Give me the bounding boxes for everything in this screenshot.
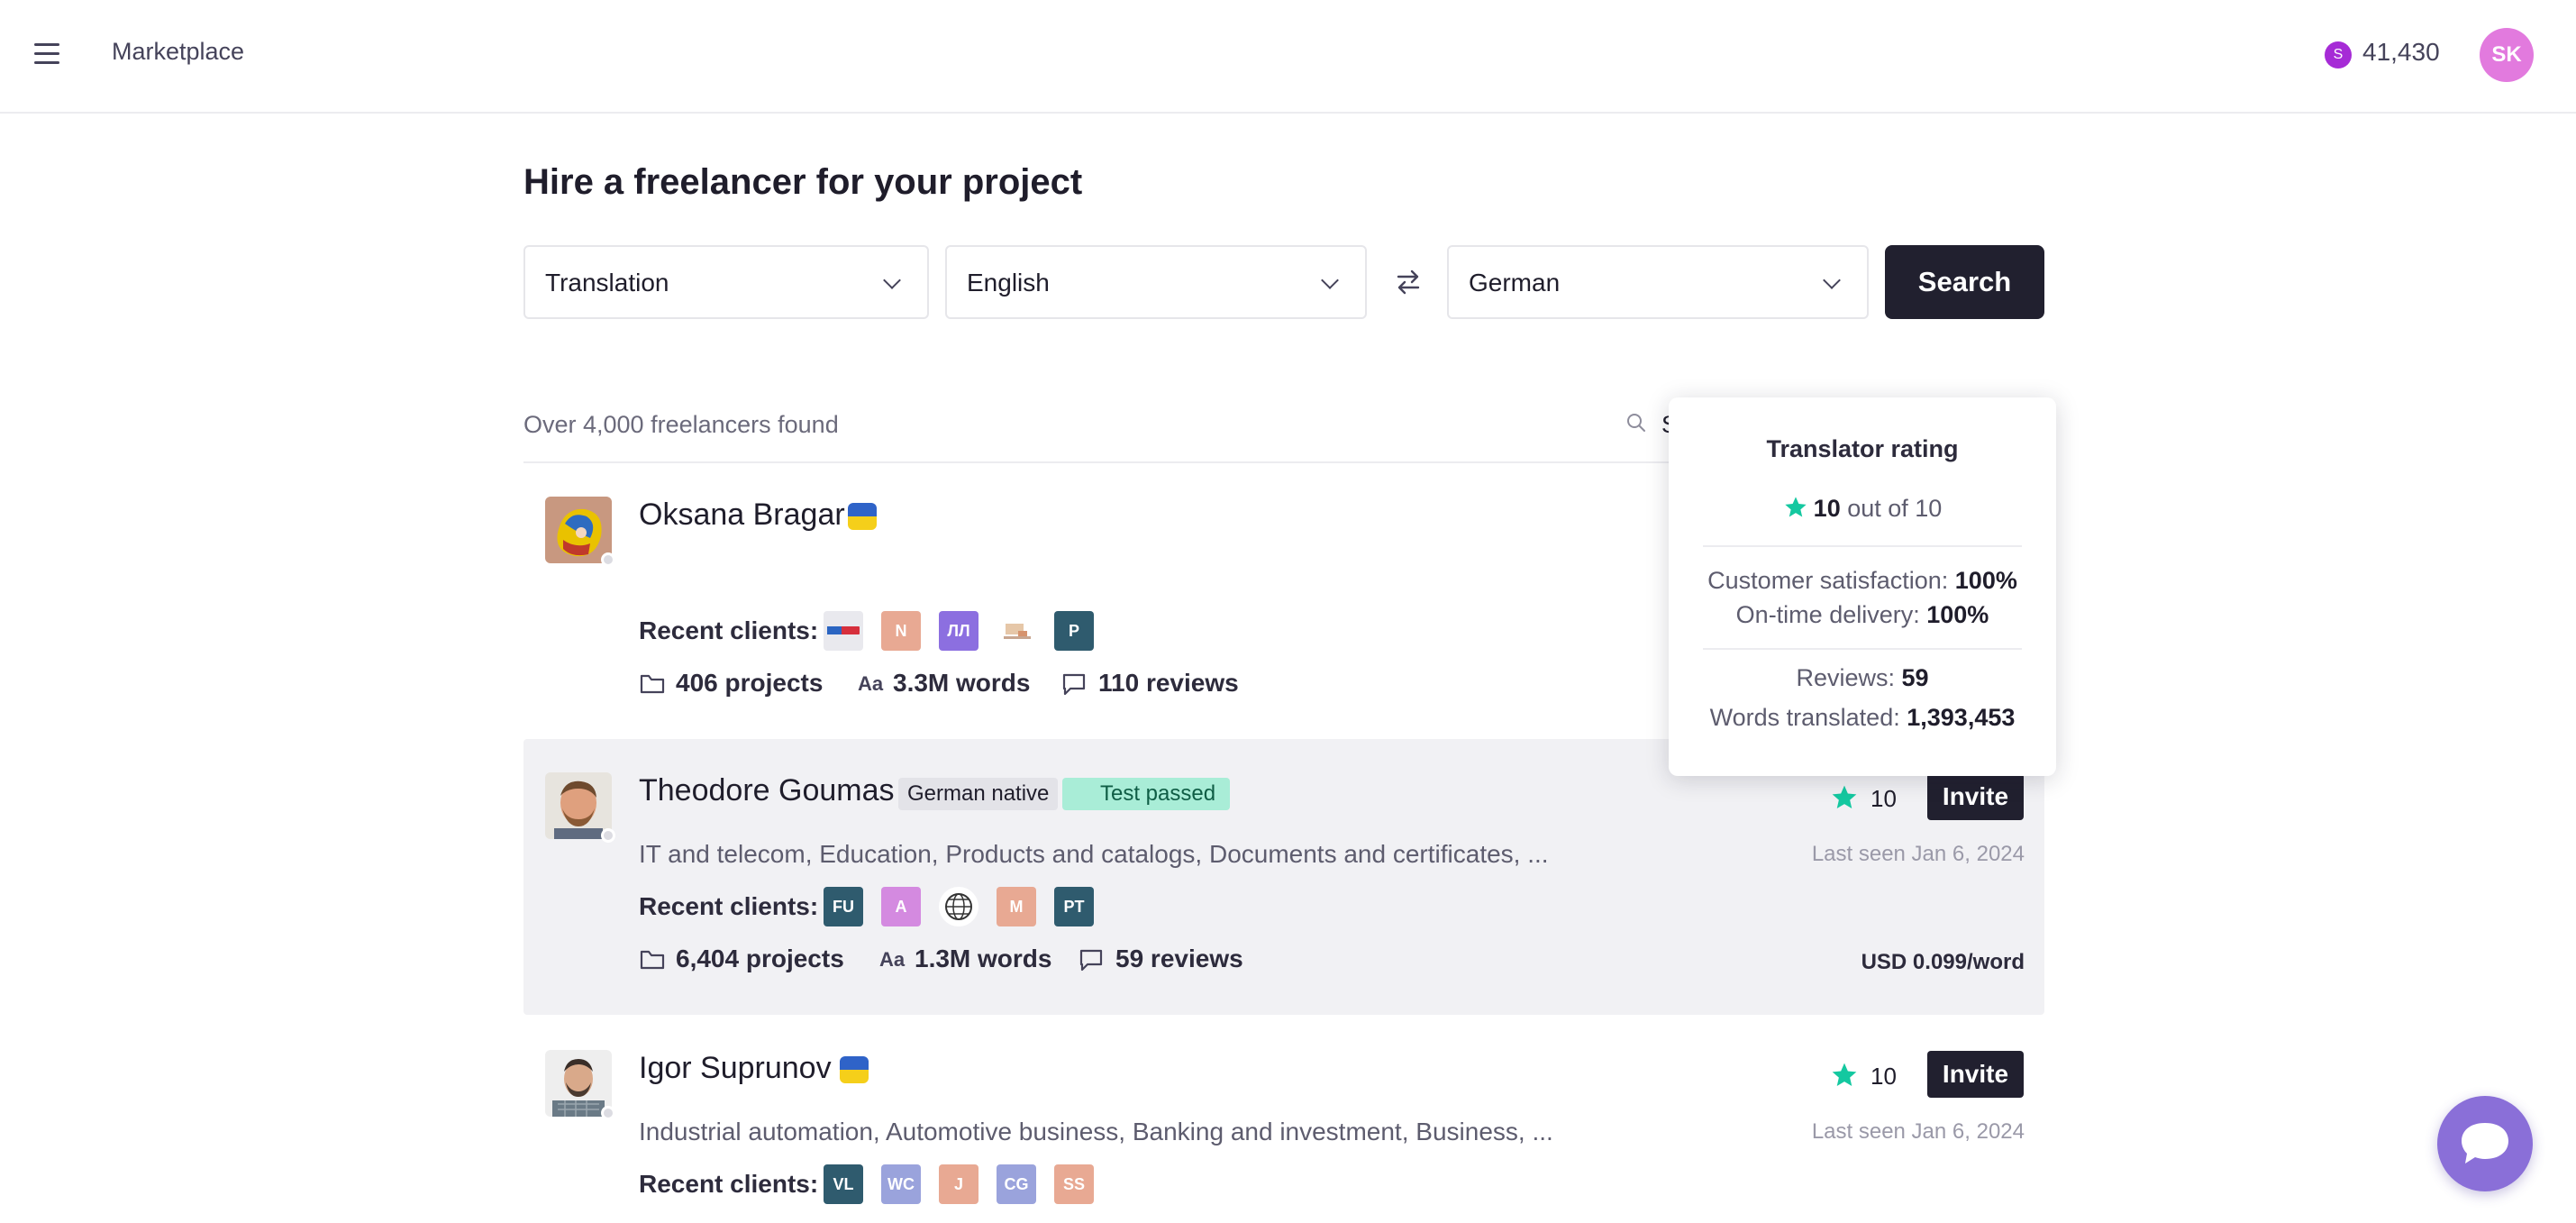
top-bar: Marketplace S 41,430 SK	[0, 0, 2576, 114]
ontime-label: On-time delivery:	[1735, 601, 1920, 628]
projects-count: 406 projects	[676, 669, 824, 697]
coin-icon: S	[2325, 41, 2352, 68]
search-button[interactable]: Search	[1885, 245, 2044, 319]
rating-value[interactable]: 10	[1871, 785, 1897, 813]
words-count: 3.3M words	[893, 669, 1031, 697]
folder-icon	[640, 950, 665, 970]
recent-clients-label: Recent clients:	[639, 892, 819, 920]
client-logo: PT	[1054, 887, 1094, 926]
words-translated-label: Words translated:	[1709, 704, 1900, 731]
test-passed-badge: Test passed	[1062, 778, 1231, 810]
comment-icon	[1079, 949, 1103, 972]
star-icon	[1832, 785, 1857, 808]
freelancer-photo[interactable]	[545, 1050, 612, 1117]
reviews-count[interactable]: 59 reviews	[1115, 945, 1243, 973]
chevron-down-icon	[883, 271, 901, 289]
words-icon: Aa	[879, 948, 906, 971]
source-language-select[interactable]: English	[945, 245, 1367, 319]
client-logo: P	[1054, 611, 1094, 651]
page-title: Hire a freelancer for your project	[523, 162, 1083, 202]
chevron-down-icon	[1321, 271, 1339, 289]
popover-score-suffix: out of 10	[1847, 495, 1943, 522]
specializations: Industrial automation, Automotive busine…	[639, 1118, 1553, 1145]
invite-button[interactable]: Invite	[1927, 1051, 2024, 1098]
swap-languages-icon[interactable]	[1393, 267, 1424, 297]
online-status-dot	[601, 828, 615, 843]
client-logo: M	[997, 887, 1036, 926]
client-logo	[824, 611, 863, 651]
chat-bubble-icon	[2462, 1123, 2508, 1164]
last-seen: Last seen Jan 6, 2024	[1811, 842, 2025, 866]
app-title: Marketplace	[112, 38, 245, 65]
customer-satisfaction: Customer satisfaction: 100%	[1669, 567, 2056, 595]
chevron-down-icon	[1823, 271, 1841, 289]
user-avatar[interactable]: SK	[2480, 28, 2534, 82]
reviews-count[interactable]: 110 reviews	[1098, 669, 1239, 698]
specializations: IT and telecom, Education, Products and …	[639, 840, 1549, 868]
client-logo: SS	[1054, 1164, 1094, 1204]
words-translated: Words translated: 1,393,453	[1669, 704, 2056, 732]
star-icon	[1832, 1063, 1857, 1086]
client-logo: J	[939, 1164, 979, 1204]
results-count: Over 4,000 freelancers found	[523, 411, 839, 438]
balance-amount[interactable]: 41,430	[2362, 38, 2440, 67]
divider	[1703, 545, 2022, 547]
words-icon: Aa	[858, 672, 884, 695]
words-count: 1.3M words	[915, 945, 1052, 972]
last-seen: Last seen Jan 6, 2024	[1811, 1119, 2025, 1144]
translator-rating-popover: Translator rating 10 out of 10 Customer …	[1669, 397, 2056, 776]
popover-reviews: Reviews: 59	[1669, 664, 2056, 692]
target-language-value: German	[1469, 269, 1561, 297]
invite-button[interactable]: Invite	[1927, 773, 2024, 820]
projects-count: 6,404 projects	[676, 945, 844, 972]
service-select-value: Translation	[545, 269, 669, 297]
search-icon[interactable]	[1625, 412, 1647, 434]
freelancer-card[interactable]: Igor Suprunov Industrial automation, Aut…	[523, 1017, 2044, 1223]
online-status-dot	[601, 1106, 615, 1120]
popover-title: Translator rating	[1766, 435, 1959, 462]
popover-score: 10	[1813, 495, 1841, 522]
freelancer-card[interactable]: Theodore Goumas German native Test passe…	[523, 739, 2044, 1015]
online-status-dot	[601, 552, 615, 567]
satisfaction-label: Customer satisfaction:	[1707, 567, 1949, 594]
recent-clients-label: Recent clients:	[639, 616, 819, 644]
rating-value[interactable]: 10	[1871, 1063, 1897, 1091]
service-select[interactable]: Translation	[523, 245, 929, 319]
client-logo: CG	[997, 1164, 1036, 1204]
words-translated-value: 1,393,453	[1907, 704, 2016, 731]
client-logo: WC	[881, 1164, 921, 1204]
target-language-select[interactable]: German	[1447, 245, 1869, 319]
satisfaction-value: 100%	[1954, 567, 2017, 594]
popover-rating: 10 out of 10	[1669, 495, 2056, 523]
ukraine-flag-icon	[848, 503, 877, 530]
client-logo: ЛЛ	[939, 611, 979, 651]
freelancer-name[interactable]: Oksana Bragar	[639, 497, 845, 533]
star-icon	[1785, 497, 1807, 517]
freelancer-photo[interactable]	[545, 772, 612, 839]
on-time-delivery: On-time delivery: 100%	[1669, 601, 2056, 629]
chat-button[interactable]	[2437, 1096, 2533, 1191]
source-language-value: English	[967, 269, 1050, 297]
reviews-label: Reviews:	[1796, 664, 1895, 691]
price-rate: USD 0.099/word	[1861, 950, 2025, 974]
client-logo: VL	[824, 1164, 863, 1204]
freelancer-name[interactable]: Theodore Goumas	[639, 773, 895, 808]
ontime-value: 100%	[1926, 601, 1989, 628]
ukraine-flag-icon	[840, 1056, 869, 1083]
comment-icon	[1062, 673, 1086, 696]
folder-icon	[640, 674, 665, 694]
freelancer-name[interactable]: Igor Suprunov	[639, 1051, 832, 1086]
recent-clients-label: Recent clients:	[639, 1170, 819, 1198]
client-logo	[997, 611, 1036, 651]
client-logo: N	[881, 611, 921, 651]
reviews-value: 59	[1901, 664, 1929, 691]
client-logo: FU	[824, 887, 863, 926]
client-logo: A	[881, 887, 921, 926]
divider	[1703, 648, 2022, 650]
native-language-badge: German native	[898, 778, 1059, 810]
client-logo	[939, 887, 979, 926]
freelancer-photo[interactable]	[545, 497, 612, 563]
hamburger-menu-icon[interactable]	[34, 43, 59, 65]
